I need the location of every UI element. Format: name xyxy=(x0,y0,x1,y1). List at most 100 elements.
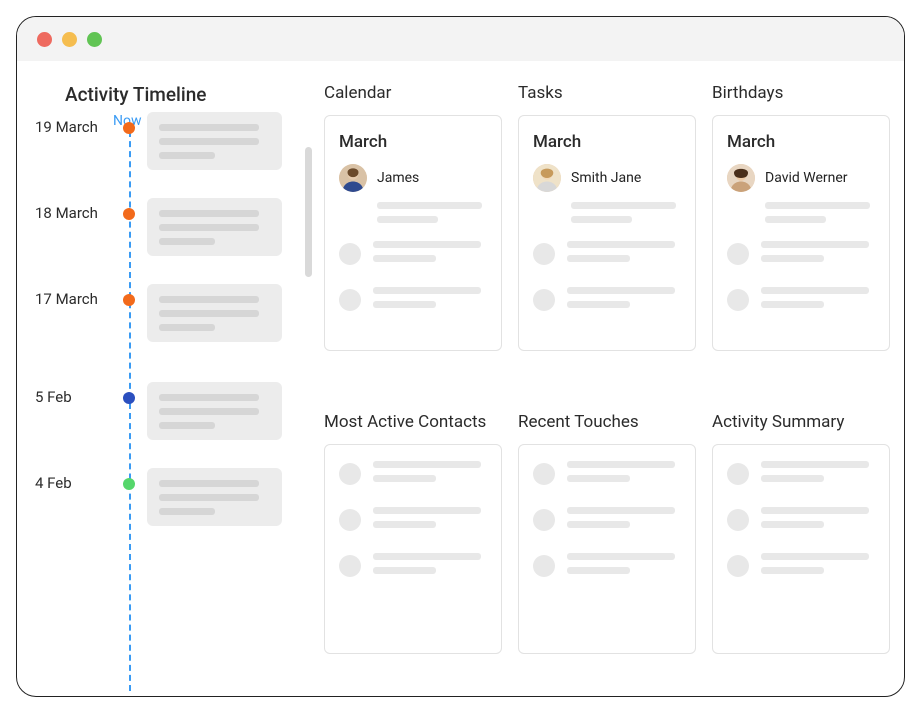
placeholder-line xyxy=(567,521,630,528)
placeholder-line xyxy=(373,287,481,294)
timeline-title: Activity Timeline xyxy=(65,83,286,106)
person-row[interactable]: Smith Jane xyxy=(533,164,681,192)
avatar-icon xyxy=(727,164,755,192)
list-item[interactable] xyxy=(533,507,681,535)
calendar-widget: Calendar March James xyxy=(324,83,502,394)
widget-title: Tasks xyxy=(518,83,696,103)
placeholder-line xyxy=(761,255,824,262)
placeholder-line xyxy=(159,494,259,501)
placeholder-line xyxy=(761,301,824,308)
timeline-date: 19 March xyxy=(35,112,115,136)
person-name: David Werner xyxy=(765,170,848,186)
placeholder-line xyxy=(567,287,675,294)
placeholder-line xyxy=(159,508,215,515)
timeline-item[interactable]: 18 March xyxy=(35,198,286,256)
widget-title: Calendar xyxy=(324,83,502,103)
placeholder-line xyxy=(159,152,215,159)
widget-title: Recent Touches xyxy=(518,412,696,432)
avatar-placeholder-icon xyxy=(339,463,361,485)
avatar-placeholder-icon xyxy=(339,289,361,311)
list-item[interactable] xyxy=(339,461,487,489)
placeholder-line xyxy=(761,287,869,294)
window-titlebar xyxy=(17,17,904,61)
placeholder-line xyxy=(159,296,259,303)
widget-title: Activity Summary xyxy=(712,412,890,432)
list-item[interactable] xyxy=(339,507,487,535)
card-month: March xyxy=(533,132,681,152)
list-item[interactable] xyxy=(533,287,681,315)
entry-placeholder xyxy=(377,202,487,223)
window-minimize-button[interactable] xyxy=(62,32,77,47)
timeline-card xyxy=(147,112,282,170)
timeline-item[interactable]: 5 Feb xyxy=(35,382,286,440)
entry-placeholder xyxy=(571,202,681,223)
scrollbar-thumb[interactable] xyxy=(305,147,312,277)
placeholder-line xyxy=(567,461,675,468)
placeholder-line xyxy=(761,567,824,574)
timeline-date: 18 March xyxy=(35,198,115,222)
avatar-placeholder-icon xyxy=(533,463,555,485)
placeholder-line xyxy=(571,202,676,209)
timeline-item[interactable]: 19 March xyxy=(35,112,286,170)
placeholder-line xyxy=(761,507,869,514)
birthdays-widget: Birthdays March David Werner xyxy=(712,83,890,394)
list-item[interactable] xyxy=(533,553,681,581)
list-item[interactable] xyxy=(339,553,487,581)
list-item[interactable] xyxy=(339,287,487,315)
birthdays-card[interactable]: March David Werner xyxy=(712,115,890,351)
placeholder-line xyxy=(373,461,481,468)
list-item[interactable] xyxy=(339,241,487,269)
list-item[interactable] xyxy=(533,461,681,489)
tasks-widget: Tasks March Smith Jane xyxy=(518,83,696,394)
list-item[interactable] xyxy=(727,553,875,581)
avatar-placeholder-icon xyxy=(727,289,749,311)
app-window: Activity Timeline Now 19 March 18 March xyxy=(16,16,905,697)
placeholder-line xyxy=(761,521,824,528)
timeline-dot-icon xyxy=(123,122,135,134)
card-month: March xyxy=(339,132,487,152)
avatar-icon xyxy=(339,164,367,192)
placeholder-line xyxy=(373,475,436,482)
most-active-card[interactable] xyxy=(324,444,502,654)
avatar-placeholder-icon xyxy=(727,555,749,577)
placeholder-line xyxy=(159,124,259,131)
person-row[interactable]: James xyxy=(339,164,487,192)
timeline-card xyxy=(147,468,282,526)
placeholder-line xyxy=(159,238,215,245)
list-item[interactable] xyxy=(727,461,875,489)
widget-title: Birthdays xyxy=(712,83,890,103)
activity-summary-card[interactable] xyxy=(712,444,890,654)
placeholder-line xyxy=(567,567,630,574)
placeholder-line xyxy=(761,553,869,560)
placeholder-line xyxy=(159,324,215,331)
list-item[interactable] xyxy=(727,241,875,269)
placeholder-line xyxy=(567,553,675,560)
placeholder-line xyxy=(761,241,869,248)
placeholder-line xyxy=(159,310,259,317)
timeline-date: 5 Feb xyxy=(35,382,115,406)
card-month: March xyxy=(727,132,875,152)
placeholder-line xyxy=(373,255,436,262)
placeholder-line xyxy=(159,480,259,487)
avatar-placeholder-icon xyxy=(727,243,749,265)
placeholder-line xyxy=(567,301,630,308)
placeholder-line xyxy=(567,475,630,482)
window-close-button[interactable] xyxy=(37,32,52,47)
person-row[interactable]: David Werner xyxy=(727,164,875,192)
timeline-item[interactable]: 4 Feb xyxy=(35,468,286,526)
widget-title: Most Active Contacts xyxy=(324,412,502,432)
timeline-date: 17 March xyxy=(35,284,115,308)
window-zoom-button[interactable] xyxy=(87,32,102,47)
recent-touches-card[interactable] xyxy=(518,444,696,654)
placeholder-line xyxy=(373,553,481,560)
avatar-placeholder-icon xyxy=(727,509,749,531)
timeline-item[interactable]: 17 March xyxy=(35,284,286,342)
activity-summary-widget: Activity Summary xyxy=(712,412,890,697)
list-item[interactable] xyxy=(727,507,875,535)
dashboard-grid: Calendar March James xyxy=(296,61,904,696)
list-item[interactable] xyxy=(727,287,875,315)
list-item[interactable] xyxy=(533,241,681,269)
tasks-card[interactable]: March Smith Jane xyxy=(518,115,696,351)
avatar-icon xyxy=(533,164,561,192)
calendar-card[interactable]: March James xyxy=(324,115,502,351)
